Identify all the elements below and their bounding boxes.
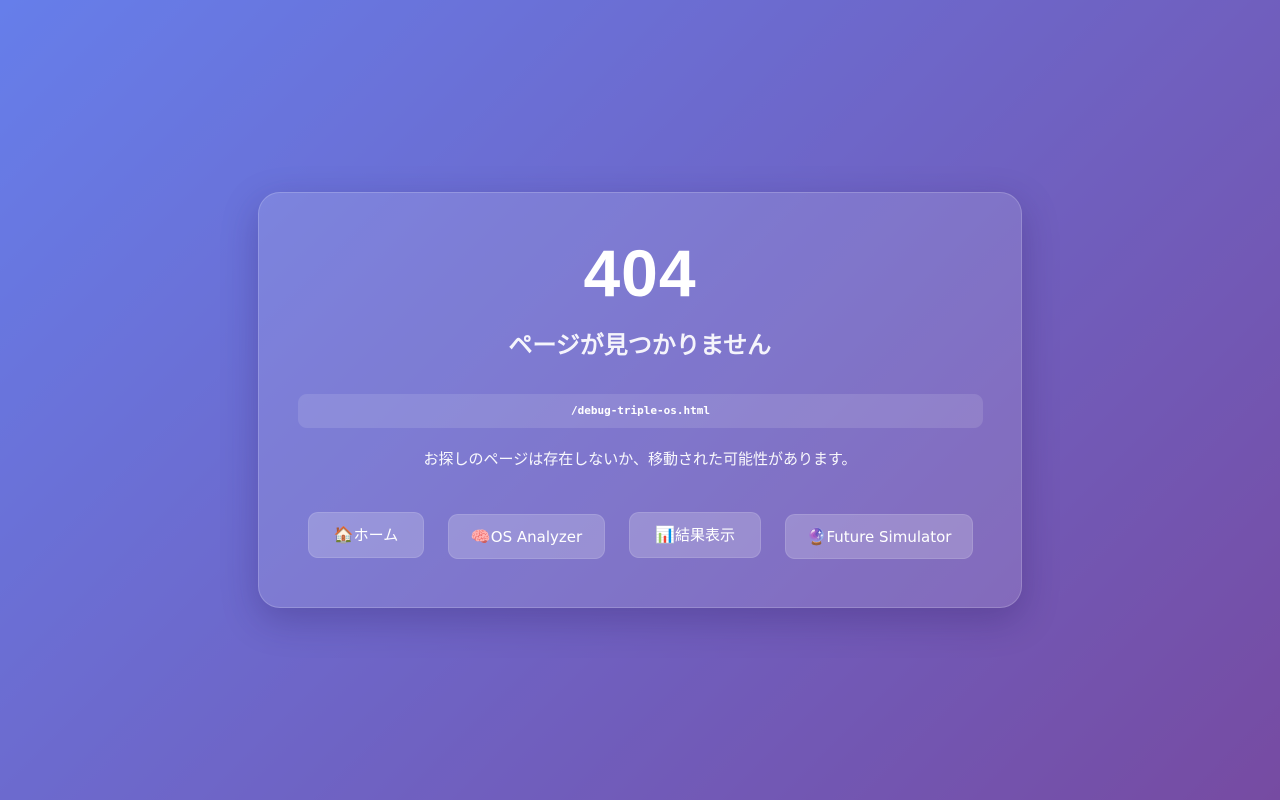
home-button-label: ホーム xyxy=(353,526,399,544)
future-simulator-button-label: Future Simulator xyxy=(826,528,952,546)
results-button[interactable]: 📊結果表示 xyxy=(629,512,761,558)
requested-path: /debug-triple-os.html xyxy=(298,394,983,428)
brain-icon: 🧠 xyxy=(470,527,491,546)
crystal-ball-icon: 🔮 xyxy=(806,527,827,546)
home-button[interactable]: 🏠ホーム xyxy=(308,512,424,558)
error-code: 404 xyxy=(583,236,697,310)
error-message: お探しのページは存在しないか、移動された可能性があります。 xyxy=(423,450,857,468)
house-icon: 🏠 xyxy=(333,525,354,544)
os-analyzer-button[interactable]: 🧠OS Analyzer xyxy=(448,514,605,559)
future-simulator-button[interactable]: 🔮Future Simulator xyxy=(785,514,973,559)
error-card: 404 ページが見つかりません /debug-triple-os.html お探… xyxy=(258,192,1022,608)
bar-chart-icon: 📊 xyxy=(655,525,675,544)
os-analyzer-button-label: OS Analyzer xyxy=(490,528,583,546)
error-title: ページが見つかりません xyxy=(508,331,772,359)
results-button-label: 結果表示 xyxy=(674,526,735,544)
